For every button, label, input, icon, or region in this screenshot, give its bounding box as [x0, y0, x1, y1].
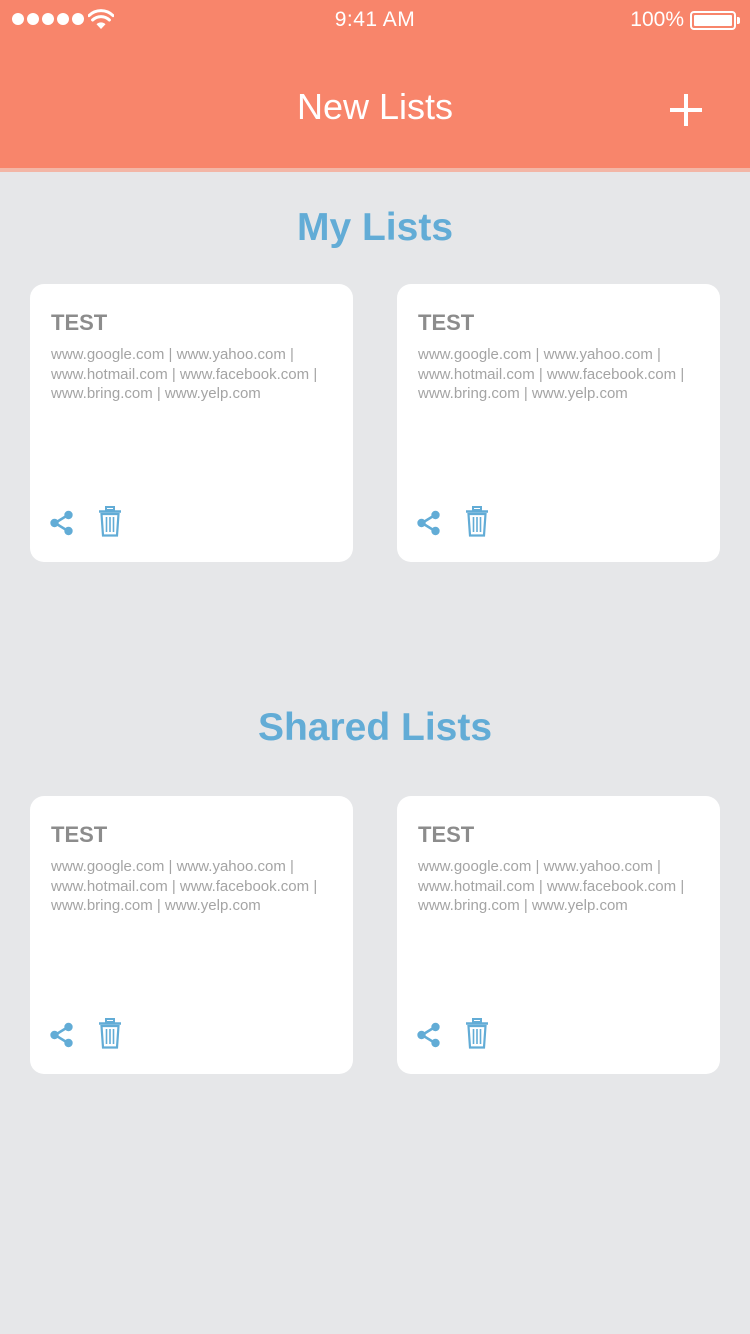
list-card[interactable]: TEST www.google.com | www.yahoo.com | ww…: [397, 284, 720, 562]
add-list-button[interactable]: [664, 88, 708, 132]
list-card-title: TEST: [418, 822, 475, 847]
trash-icon[interactable]: [98, 506, 122, 537]
header-divider: [0, 168, 750, 172]
list-card-links: www.google.com | www.yahoo.com | www.hot…: [51, 858, 318, 914]
my-lists-heading: My Lists: [296, 206, 454, 249]
share-icon[interactable]: [416, 510, 442, 536]
list-card-title: TEST: [418, 310, 475, 335]
list-card-links: www.google.com | www.yahoo.com | www.hot…: [418, 858, 685, 914]
trash-icon[interactable]: [98, 1018, 122, 1049]
status-bar: 9:41 AM 100%: [0, 0, 750, 40]
share-icon[interactable]: [49, 510, 75, 536]
battery-icon: [690, 11, 740, 30]
trash-icon[interactable]: [465, 1018, 489, 1049]
shared-lists-heading: Shared Lists: [257, 706, 493, 749]
share-icon[interactable]: [49, 1022, 75, 1048]
list-card-links: www.google.com | www.yahoo.com | www.hot…: [51, 346, 318, 402]
list-card-links: www.google.com | www.yahoo.com | www.hot…: [418, 346, 685, 402]
share-icon[interactable]: [416, 1022, 442, 1048]
list-card-title: TEST: [51, 822, 108, 847]
trash-icon[interactable]: [465, 506, 489, 537]
battery-percentage: 100%: [630, 8, 684, 31]
list-card-title: TEST: [51, 310, 108, 335]
list-card[interactable]: TEST www.google.com | www.yahoo.com | ww…: [30, 796, 353, 1074]
page-title: New Lists: [296, 86, 454, 127]
list-card[interactable]: TEST www.google.com | www.yahoo.com | ww…: [30, 284, 353, 562]
list-card[interactable]: TEST www.google.com | www.yahoo.com | ww…: [397, 796, 720, 1074]
